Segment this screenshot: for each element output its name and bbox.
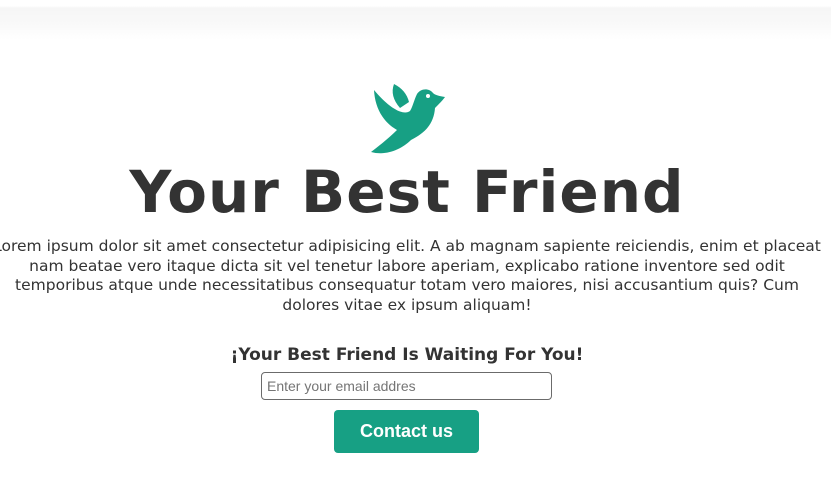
page-title: Your Best Friend xyxy=(129,158,685,226)
description-line: dolores vitae ex ipsum aliquam! xyxy=(282,295,532,314)
signup-heading: ¡Your Best Friend Is Waiting For You! xyxy=(230,345,584,365)
hero-description: Lorem ipsum dolor sit amet consectetur a… xyxy=(0,237,831,315)
bird-icon xyxy=(371,84,445,154)
description-line: temporibus atque unde necessitatibus con… xyxy=(15,276,799,294)
email-input[interactable] xyxy=(261,372,552,400)
contact-us-button[interactable]: Contact us xyxy=(334,410,479,453)
description-line: Lorem ipsum dolor sit amet consectetur a… xyxy=(0,237,821,255)
description-line: nam beatae vero itaque dicta sit vel ten… xyxy=(29,256,785,275)
hero-section: Your Best Friend Lorem ipsum dolor sit a… xyxy=(0,0,831,495)
